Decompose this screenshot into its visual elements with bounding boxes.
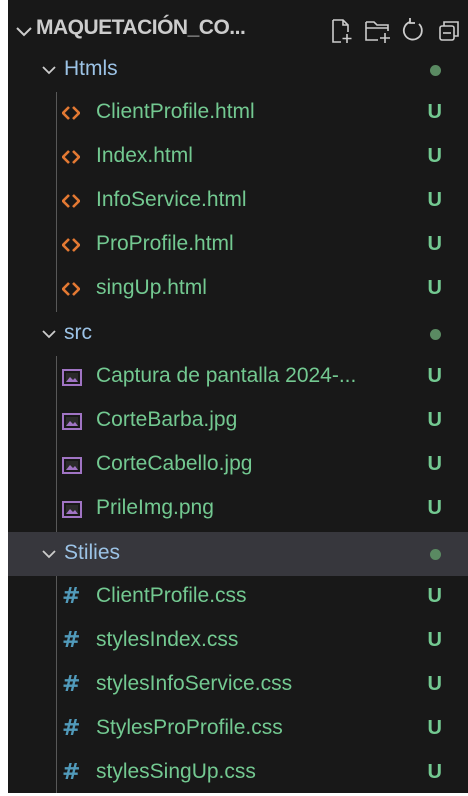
refresh-icon[interactable] [396,14,432,48]
status-untracked: U [427,761,442,783]
chevron-down-icon [42,550,56,559]
file-row[interactable]: CorteBarba.jpg U [8,400,468,444]
html-icon [62,194,80,208]
status-untracked: U [427,497,442,519]
folder-stilies[interactable]: Stilies [8,532,468,576]
status-untracked: U [427,101,442,123]
folder-src[interactable]: src [8,312,468,356]
file-row[interactable]: # StylesProProfile.css U [8,708,468,752]
collapse-all-icon[interactable] [432,14,468,48]
status-untracked: U [427,277,442,299]
folder-label: src [64,321,92,344]
status-untracked: U [427,189,442,211]
image-icon [62,413,82,430]
status-untracked: U [427,673,442,695]
file-label: CorteBarba.jpg [96,408,238,431]
status-untracked: U [427,629,442,651]
css-hash-icon: # [62,760,81,785]
file-row[interactable]: Index.html U [8,136,468,180]
folder-label: Htmls [64,57,118,80]
file-row[interactable]: # stylesIndex.css U [8,620,468,664]
html-icon [62,238,80,252]
html-icon [62,150,80,164]
chevron-down-icon [42,330,56,339]
workspace-title[interactable]: MAQUETACIÓN_CO... [36,16,246,40]
css-hash-icon: # [62,584,81,609]
file-label: Index.html [96,144,193,167]
file-label: singUp.html [96,276,207,299]
file-row[interactable]: CorteCabello.jpg U [8,444,468,488]
file-row[interactable]: # stylesInfoService.css U [8,664,468,708]
image-icon [62,501,82,518]
status-untracked: U [427,233,442,255]
header-actions [324,14,468,48]
new-file-icon[interactable] [324,14,360,48]
file-label: stylesSingUp.css [96,760,256,783]
status-untracked: U [427,717,442,739]
css-hash-icon: # [62,672,81,697]
file-row[interactable]: # ClientProfile.css U [8,576,468,620]
file-row[interactable]: PrileImg.png U [8,488,468,532]
file-label: ProProfile.html [96,232,234,255]
file-label: stylesIndex.css [96,628,239,651]
file-row[interactable]: Captura de pantalla 2024-... U [8,356,468,400]
file-label: PrileImg.png [96,496,214,519]
file-explorer: MAQUETACIÓN_CO... Htmls ClientProfile.ht… [8,0,468,793]
folder-label: Stilies [64,541,121,564]
chevron-down-icon[interactable] [14,22,34,42]
chevron-down-icon [42,66,56,75]
image-icon [62,457,82,474]
file-row[interactable]: # stylesSingUp.css U [8,752,468,796]
file-label: CorteCabello.jpg [96,452,253,475]
html-icon [62,282,80,296]
status-untracked: U [427,585,442,607]
file-label: Captura de pantalla 2024-... [96,364,357,387]
html-icon [62,106,80,120]
status-untracked: U [427,145,442,167]
css-hash-icon: # [62,716,81,741]
status-untracked: U [427,365,442,387]
status-dot [430,549,441,560]
status-dot [430,65,441,76]
file-row[interactable]: singUp.html U [8,268,468,312]
status-untracked: U [427,453,442,475]
new-folder-icon[interactable] [360,14,396,48]
css-hash-icon: # [62,628,81,653]
file-row[interactable]: ProProfile.html U [8,224,468,268]
status-untracked: U [427,409,442,431]
image-icon [62,369,82,386]
file-label: StylesProProfile.css [96,716,283,739]
folder-htmls[interactable]: Htmls [8,48,468,92]
file-label: ClientProfile.html [96,100,255,123]
file-row[interactable]: InfoService.html U [8,180,468,224]
status-dot [430,329,441,340]
file-label: ClientProfile.css [96,584,247,607]
file-label: InfoService.html [96,188,247,211]
file-row[interactable]: ClientProfile.html U [8,92,468,136]
file-label: stylesInfoService.css [96,672,293,695]
